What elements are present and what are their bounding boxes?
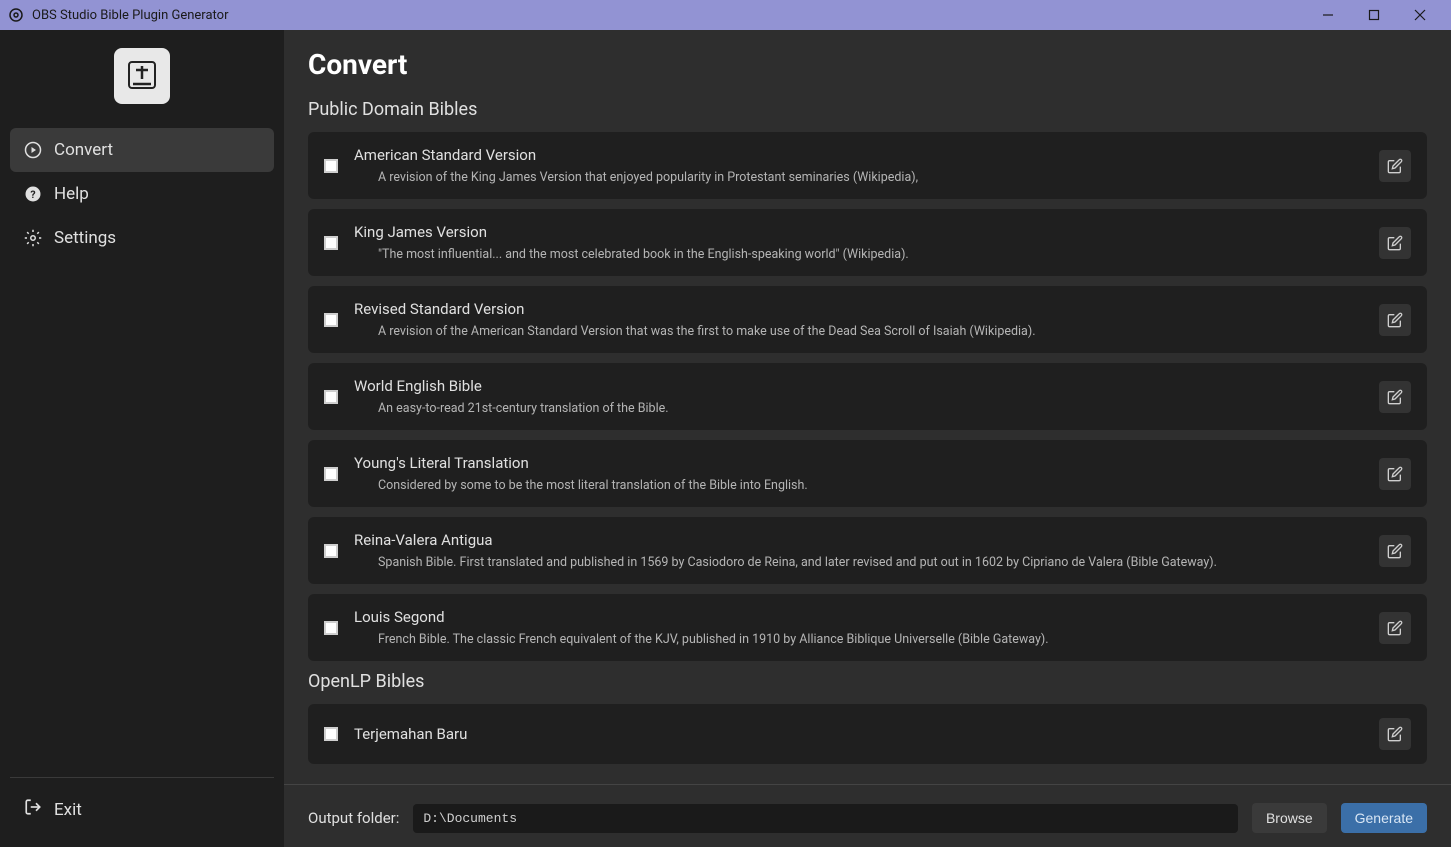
generate-button[interactable]: Generate — [1341, 803, 1427, 833]
bible-description: "The most influential... and the most ce… — [354, 247, 1363, 262]
close-button[interactable] — [1397, 0, 1443, 30]
sidebar-item-help[interactable]: ? Help — [10, 172, 274, 216]
bible-checkbox[interactable] — [324, 727, 338, 741]
edit-icon[interactable] — [1379, 381, 1411, 413]
bible-description: Spanish Bible. First translated and publ… — [354, 555, 1363, 570]
bible-checkbox[interactable] — [324, 236, 338, 250]
bible-description: A revision of the American Standard Vers… — [354, 324, 1363, 339]
edit-icon[interactable] — [1379, 718, 1411, 750]
bible-item: Louis Segond French Bible. The classic Fr… — [308, 594, 1427, 661]
logo-area — [0, 40, 284, 128]
main: Convert Public Domain Bibles American Sta… — [284, 30, 1451, 847]
exit-label: Exit — [54, 800, 82, 820]
minimize-button[interactable] — [1305, 0, 1351, 30]
bible-title: Terjemahan Baru — [354, 725, 1363, 743]
nav-list: Convert? Help Settings — [0, 128, 284, 777]
bible-checkbox[interactable] — [324, 159, 338, 173]
settings-icon — [24, 229, 42, 247]
edit-icon[interactable] — [1379, 304, 1411, 336]
edit-icon[interactable] — [1379, 458, 1411, 490]
bible-item: Terjemahan Baru — [308, 704, 1427, 764]
sidebar-item-label: Settings — [54, 228, 116, 248]
bible-text: Terjemahan Baru — [354, 725, 1363, 743]
sidebar: Convert? Help Settings Exit — [0, 30, 284, 847]
edit-icon[interactable] — [1379, 227, 1411, 259]
main-content: Convert Public Domain Bibles American Sta… — [284, 30, 1451, 784]
bible-text: Revised Standard Version A revision of th… — [354, 300, 1363, 339]
exit-icon — [24, 798, 42, 821]
page-title: Convert — [308, 48, 1427, 81]
bible-item: World English Bible An easy-to-read 21st-… — [308, 363, 1427, 430]
bible-text: American Standard Version A revision of t… — [354, 146, 1363, 185]
bible-title: Louis Segond — [354, 608, 1363, 626]
bible-checkbox[interactable] — [324, 544, 338, 558]
help-icon: ? — [24, 185, 42, 203]
edit-icon[interactable] — [1379, 535, 1411, 567]
bible-title: World English Bible — [354, 377, 1363, 395]
section-header: OpenLP Bibles — [308, 671, 1427, 692]
bible-text: World English Bible An easy-to-read 21st-… — [354, 377, 1363, 416]
bible-checkbox[interactable] — [324, 467, 338, 481]
maximize-button[interactable] — [1351, 0, 1397, 30]
bible-checkbox[interactable] — [324, 390, 338, 404]
section-header: Public Domain Bibles — [308, 99, 1427, 120]
bible-checkbox[interactable] — [324, 313, 338, 327]
convert-icon — [24, 141, 42, 159]
output-folder-input[interactable] — [413, 804, 1238, 833]
bible-text: Young's Literal Translation Considered by… — [354, 454, 1363, 493]
bible-text: Louis Segond French Bible. The classic Fr… — [354, 608, 1363, 647]
svg-text:?: ? — [30, 188, 35, 201]
exit-button[interactable]: Exit — [20, 788, 264, 831]
bible-item: King James Version "The most influential.… — [308, 209, 1427, 276]
bible-text: King James Version "The most influential.… — [354, 223, 1363, 262]
browse-button[interactable]: Browse — [1252, 803, 1327, 833]
bible-title: Young's Literal Translation — [354, 454, 1363, 472]
bible-description: A revision of the King James Version tha… — [354, 170, 1363, 185]
bible-checkbox[interactable] — [324, 621, 338, 635]
bible-title: Reina-Valera Antigua — [354, 531, 1363, 549]
output-bar: Output folder: Browse Generate — [284, 784, 1451, 847]
sidebar-item-settings[interactable]: Settings — [10, 216, 274, 260]
sidebar-item-label: Help — [54, 184, 89, 204]
bible-item: American Standard Version A revision of t… — [308, 132, 1427, 199]
edit-icon[interactable] — [1379, 150, 1411, 182]
bible-text: Reina-Valera Antigua Spanish Bible. First… — [354, 531, 1363, 570]
window-controls — [1305, 0, 1443, 30]
sidebar-footer: Exit — [10, 777, 274, 837]
bible-item: Revised Standard Version A revision of th… — [308, 286, 1427, 353]
sidebar-item-label: Convert — [54, 140, 113, 160]
bible-logo-icon — [114, 48, 170, 104]
bible-title: American Standard Version — [354, 146, 1363, 164]
bible-description: Considered by some to be the most litera… — [354, 478, 1363, 493]
titlebar: OBS Studio Bible Plugin Generator — [0, 0, 1451, 30]
bible-item: Reina-Valera Antigua Spanish Bible. First… — [308, 517, 1427, 584]
bible-item: Young's Literal Translation Considered by… — [308, 440, 1427, 507]
bible-description: An easy-to-read 21st-century translation… — [354, 401, 1363, 416]
edit-icon[interactable] — [1379, 612, 1411, 644]
bible-description: French Bible. The classic French equival… — [354, 632, 1363, 647]
output-folder-label: Output folder: — [308, 809, 399, 827]
bible-title: Revised Standard Version — [354, 300, 1363, 318]
bible-title: King James Version — [354, 223, 1363, 241]
sidebar-item-convert[interactable]: Convert — [10, 128, 274, 172]
app-icon — [8, 7, 24, 23]
window-title: OBS Studio Bible Plugin Generator — [32, 8, 1305, 23]
